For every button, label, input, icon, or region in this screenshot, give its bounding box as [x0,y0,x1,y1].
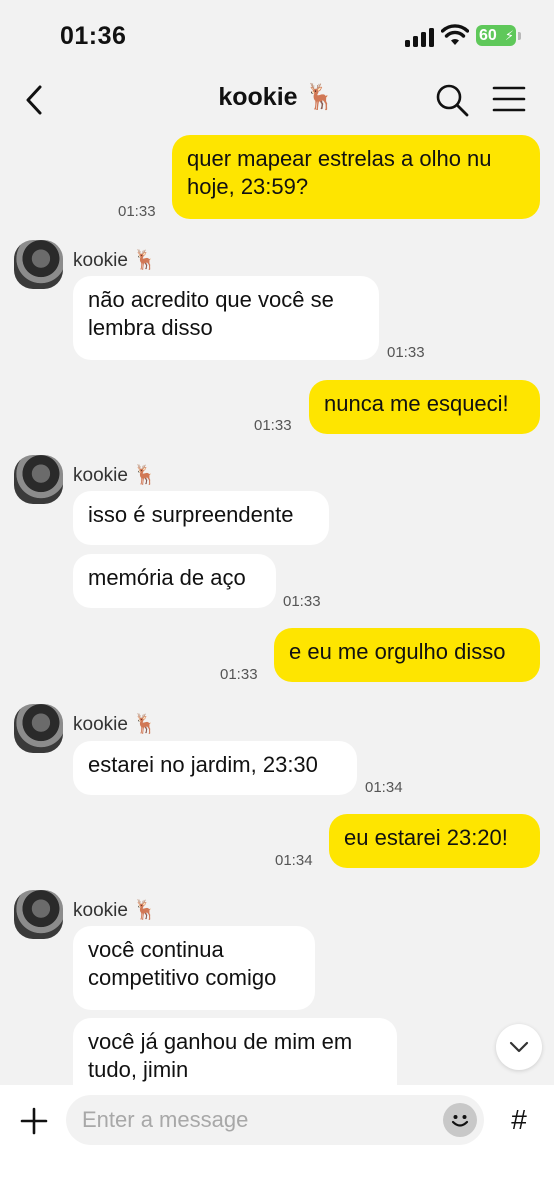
battery-level: 60 [479,27,497,44]
smiley-face-icon [451,1115,469,1127]
message-line: hoje, 23:59? [187,174,309,199]
message-line: competitivo comigo [88,965,277,990]
message-line: e eu me orgulho disso [289,639,506,664]
my-message-bubble[interactable]: e eu me orgulho disso [274,628,540,682]
their-message-bubble[interactable]: memória de aço [73,554,276,608]
message-list[interactable]: quer mapear estrelas a olho nu hoje, 23:… [0,130,554,1085]
chat-title: kookie 🦌 [0,83,554,112]
message-timestamp: 01:33 [118,203,156,220]
message-line: você continua [88,937,224,962]
battery-terminal [518,32,521,40]
my-message-bubble[interactable]: quer mapear estrelas a olho nu hoje, 23:… [172,135,540,219]
chat-header: kookie 🦌 [0,70,554,130]
hash-icon[interactable]: # [500,1101,538,1139]
message-line: eu estarei 23:20! [344,825,508,850]
message-timestamp: 01:33 [220,666,258,683]
hamburger-menu-icon[interactable] [492,84,526,114]
battery-icon: 60 ⚡ [476,25,516,46]
sender-name: kookie 🦌 [73,250,157,271]
message-timestamp: 01:34 [275,852,313,869]
message-line: não acredito que você se [88,287,334,312]
my-message-bubble[interactable]: eu estarei 23:20! [329,814,540,868]
plus-icon[interactable] [16,1103,52,1139]
my-message-bubble[interactable]: nunca me esqueci! [309,380,540,434]
deer-emoji: 🦌 [304,83,336,111]
avatar[interactable] [14,455,63,504]
chat-title-text: kookie [218,83,298,111]
avatar[interactable] [14,890,63,939]
charging-bolt-icon: ⚡ [504,28,514,43]
message-line: você já ganhou de mim em [88,1029,353,1054]
message-input-bar: # [0,1085,554,1200]
their-message-bubble[interactable]: você já ganhou de mim em tudo, jimin [73,1018,397,1085]
message-timestamp: 01:33 [283,593,321,610]
message-timestamp: 01:34 [365,779,403,796]
message-line: quer mapear estrelas a olho nu [187,146,492,171]
message-line: nunca me esqueci! [324,391,509,416]
status-bar: 01:36 60 ⚡ [0,0,554,70]
message-line: lembra disso [88,315,213,340]
message-line: memória de aço [88,565,246,590]
wifi-icon [441,24,469,45]
smiley-icon[interactable] [443,1103,477,1137]
message-timestamp: 01:33 [387,344,425,361]
avatar[interactable] [14,240,63,289]
their-message-bubble[interactable]: você continua competitivo comigo [73,926,315,1010]
their-message-bubble[interactable]: isso é surpreendente [73,491,329,545]
sender-name: kookie 🦌 [73,465,157,486]
scroll-to-bottom-button[interactable] [496,1024,542,1070]
message-line: isso é surpreendente [88,502,294,527]
chevron-down-icon [509,1041,529,1053]
message-input[interactable] [66,1095,484,1145]
message-line: tudo, jimin [88,1057,189,1082]
message-line: estarei no jardim, 23:30 [88,752,318,777]
their-message-bubble[interactable]: não acredito que você se lembra disso [73,276,379,360]
cellular-signal-icon [405,27,435,47]
avatar[interactable] [14,704,63,753]
message-timestamp: 01:33 [254,417,292,434]
status-time: 01:36 [60,22,127,50]
their-message-bubble[interactable]: estarei no jardim, 23:30 [73,741,357,795]
sender-name: kookie 🦌 [73,714,157,735]
sender-name: kookie 🦌 [73,900,157,921]
search-icon[interactable] [434,82,470,118]
